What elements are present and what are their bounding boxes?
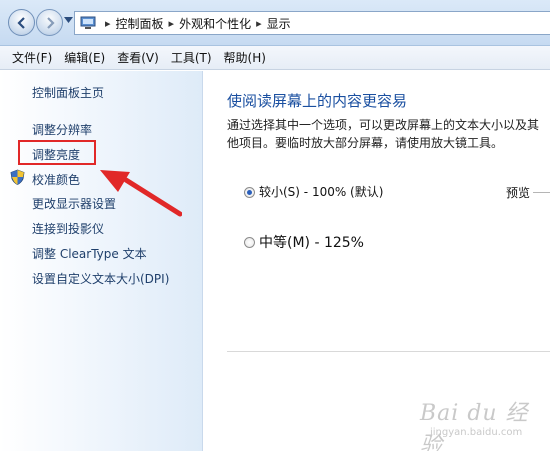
- recent-pages-dropdown-icon[interactable]: [64, 17, 73, 23]
- breadcrumb-item-control-panel[interactable]: 控制面板: [116, 15, 164, 32]
- sidebar-item-adjust-resolution[interactable]: 调整分辨率: [32, 121, 92, 138]
- menu-bar: 文件(F) 编辑(E) 查看(V) 工具(T) 帮助(H): [0, 46, 550, 70]
- preview-divider: [533, 192, 550, 193]
- forward-arrow-icon: [47, 17, 55, 29]
- watermark: Bai du 经验 jingyan.baidu.com: [420, 395, 545, 451]
- sidebar: 控制面板主页 调整分辨率 调整亮度 校准颜色 更改显示器设置 连接到投影仪 调整…: [0, 71, 203, 451]
- menu-help[interactable]: 帮助(H): [218, 49, 272, 66]
- annotation-arrow-icon: [100, 170, 182, 217]
- back-arrow-icon: [17, 17, 25, 29]
- preview-label: 预览: [506, 186, 531, 200]
- sidebar-item-control-panel-home[interactable]: 控制面板主页: [32, 84, 104, 101]
- breadcrumb[interactable]: ▸ 控制面板 ▸ 外观和个性化 ▸ 显示: [74, 11, 550, 35]
- sidebar-item-adjust-cleartype[interactable]: 调整 ClearType 文本: [32, 245, 147, 262]
- menu-view[interactable]: 查看(V): [111, 49, 165, 66]
- control-panel-icon: [80, 16, 96, 29]
- breadcrumb-item-appearance[interactable]: 外观和个性化: [179, 15, 251, 32]
- page-description: 通过选择其中一个选项，可以更改屏幕上的文本大小以及其他项目。要临时放大部分屏幕，…: [227, 118, 540, 150]
- breadcrumb-separator-icon: ▸: [168, 16, 175, 30]
- radio-medium[interactable]: [244, 237, 255, 248]
- sidebar-item-calibrate-color[interactable]: 校准颜色: [32, 171, 80, 188]
- menu-file[interactable]: 文件(F): [6, 49, 58, 66]
- address-bar: ▸ 控制面板 ▸ 外观和个性化 ▸ 显示: [0, 0, 550, 46]
- annotation-highlight-box: [18, 140, 96, 165]
- page-title: 使阅读屏幕上的内容更容易: [227, 92, 408, 110]
- section-divider: [227, 351, 550, 352]
- sidebar-item-connect-projector[interactable]: 连接到投影仪: [32, 220, 104, 237]
- breadcrumb-separator-icon: ▸: [105, 16, 111, 30]
- menu-edit[interactable]: 编辑(E): [58, 49, 111, 66]
- option-label-medium[interactable]: 中等(M) - 125%: [259, 232, 364, 252]
- watermark-logo: Bai du 经验: [420, 401, 529, 451]
- forward-button[interactable]: [36, 9, 63, 36]
- option-label-smaller[interactable]: 较小(S) - 100% (默认): [259, 183, 383, 200]
- breadcrumb-item-display[interactable]: 显示: [267, 15, 291, 32]
- shield-icon: [10, 169, 25, 185]
- watermark-url: jingyan.baidu.com: [430, 427, 523, 438]
- radio-smaller[interactable]: [244, 187, 255, 198]
- breadcrumb-separator-icon: ▸: [256, 16, 262, 30]
- sidebar-item-custom-dpi[interactable]: 设置自定义文本大小(DPI): [32, 270, 169, 287]
- menu-tools[interactable]: 工具(T): [165, 49, 218, 66]
- back-button[interactable]: [8, 9, 35, 36]
